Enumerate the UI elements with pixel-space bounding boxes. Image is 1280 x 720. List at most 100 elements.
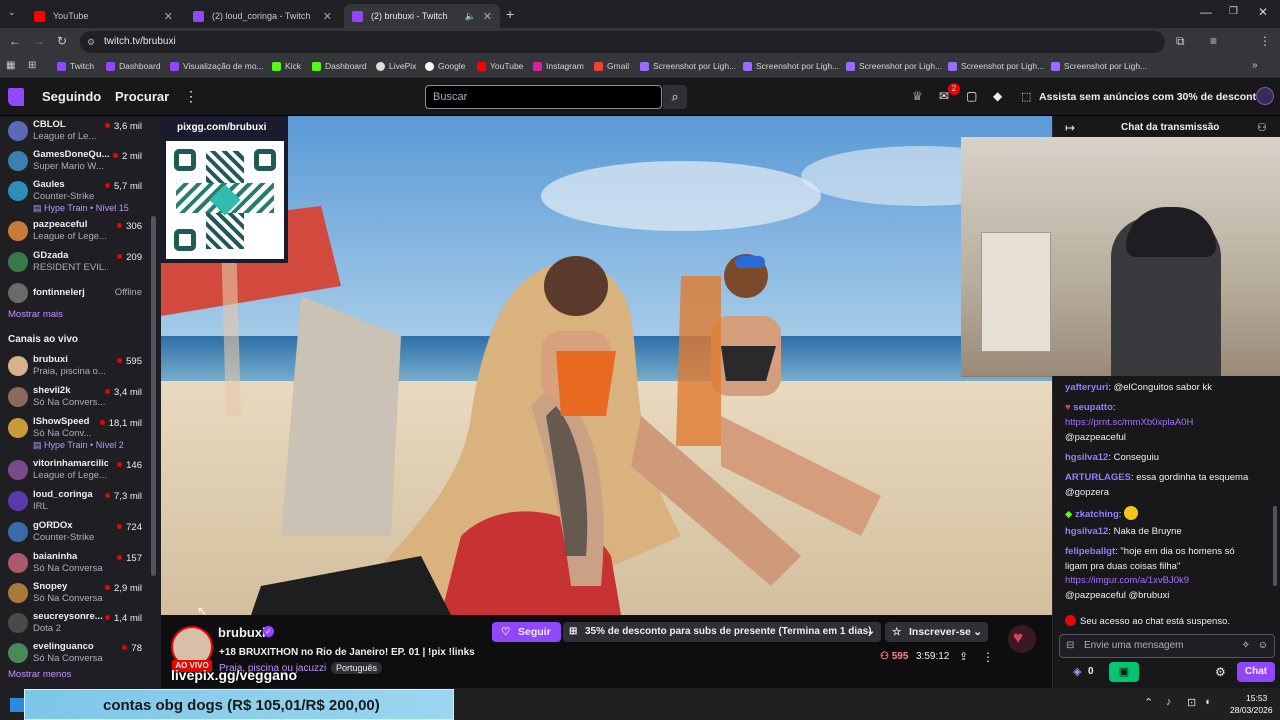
tab-youtube[interactable]: YouTube ✕ [26, 4, 181, 28]
user-avatar[interactable] [1256, 87, 1274, 105]
tab-brubuxi[interactable]: (2) brubuxi - Twitch 🔈 ✕ [344, 4, 500, 28]
chat-username[interactable]: felipeballgt [1065, 546, 1115, 557]
sidebar-channel[interactable]: evelinguanco Só Na Conversa 78 [0, 638, 150, 668]
bookmark-gmail[interactable]: Gmail [594, 61, 629, 71]
sidebar-channel[interactable]: fontinnelerj Offline [0, 278, 150, 308]
search-icon[interactable]: ⌕ [663, 85, 687, 109]
close-icon[interactable]: ✕ [164, 10, 173, 23]
speaker-icon[interactable]: 🔈 [465, 11, 476, 22]
grid-icon[interactable]: ⊞ [28, 61, 36, 71]
windows-start-icon[interactable] [10, 698, 24, 712]
bookmark-screenshot-1[interactable]: Screenshot por Ligh... [640, 61, 736, 71]
channel-points-icon[interactable]: ◈ [1073, 665, 1081, 678]
show-more-link[interactable]: Mostrar mais [8, 309, 63, 320]
bookmark-screenshot-4[interactable]: Screenshot por Ligh... [948, 61, 1044, 71]
bookmark-visualizacao[interactable]: Visualização de mo... [170, 61, 264, 71]
bookmark-screenshot-2[interactable]: Screenshot por Ligh... [743, 61, 839, 71]
url-input[interactable]: ⚙ twitch.tv/brubuxi [80, 31, 1165, 53]
bits-icon[interactable]: ✧ [1242, 635, 1250, 657]
nav-following[interactable]: Seguindo [42, 89, 101, 104]
turbo-offer-link[interactable]: Assista sem anúncios com 30% de desconto [1039, 91, 1263, 103]
close-icon[interactable]: ✕ [323, 10, 332, 23]
sidebar-channel[interactable]: gORDOx Counter-Strike 724 [0, 517, 150, 547]
new-tab-icon[interactable]: + [506, 7, 514, 21]
bookmark-twitch[interactable]: Twitch [57, 61, 94, 71]
subscribe-button[interactable]: ☆ Inscrever-se ⌄ [885, 622, 988, 642]
bookmark-screenshot-3[interactable]: Screenshot por Ligh... [846, 61, 942, 71]
menu-icon[interactable]: ⋮ [1259, 35, 1271, 47]
crown-icon[interactable]: ♕ [912, 89, 923, 103]
more-options-icon[interactable]: ⋮ [982, 650, 994, 664]
gift-sub-offer-button[interactable]: ⊞ 35% de desconto para subs de presente … [563, 622, 881, 642]
reload-icon[interactable]: ↻ [57, 35, 67, 47]
sidebar-channel[interactable]: vitorinhamarcilio League of Lege... 146 [0, 455, 150, 485]
close-icon[interactable]: ✕ [483, 10, 492, 23]
microphone-icon[interactable]: ♪ [1166, 696, 1172, 708]
sidebar-channel[interactable]: Snopey Só Na Conversa 2,9 mil [0, 578, 150, 608]
more-menu-icon[interactable]: ⋮ [184, 88, 198, 105]
emote-picker-icon[interactable]: ⊟ [1066, 635, 1074, 657]
chat-username[interactable]: yafteryuri [1065, 382, 1108, 393]
show-less-link[interactable]: Mostrar menos [8, 669, 71, 680]
sidebar-channel[interactable]: CBLOL League of Le... 3,6 mil [0, 116, 150, 146]
sidebar-channel[interactable]: pazpeaceful League of Lege... 306 [0, 216, 150, 246]
bookmark-instagram[interactable]: Instagram [533, 61, 584, 71]
sidebar-channel[interactable]: GamesDoneQu... Super Mario W... 2 mil [0, 146, 150, 176]
hype-heart-button[interactable]: ♥ [1008, 625, 1036, 653]
bits-icon[interactable]: ◆ [993, 89, 1002, 103]
collapse-chat-icon[interactable]: ↦ [1065, 121, 1075, 135]
nav-browse[interactable]: Procurar [115, 89, 169, 104]
whispers-icon[interactable]: ▢ [966, 89, 977, 103]
bookmark-livepix[interactable]: LivePix [376, 61, 416, 71]
community-icon[interactable]: ⚇ [1257, 121, 1267, 134]
tray-chevron-icon[interactable]: ⌃ [1144, 696, 1153, 709]
sidebar-channel[interactable]: brubuxi Praia, piscina o... 595 [0, 351, 150, 381]
video-player[interactable]: pixgg.com/brubuxi ↖ [161, 116, 1052, 615]
tab-search-icon[interactable]: ⌄ [8, 8, 16, 17]
chat-link[interactable]: https://prnt.sc/mmXb0xplaA0H [1065, 417, 1193, 428]
chat-input[interactable]: ⊟ Envie uma mensagem ✧ ☺ [1059, 634, 1275, 658]
bookmark-kick[interactable]: Kick [272, 61, 301, 71]
channel-name[interactable]: brubuxi [218, 625, 266, 640]
sidebar-channel[interactable]: IShowSpeed Só Na Conv... 18,1 mil ▤ Hype… [0, 413, 150, 455]
language-tag[interactable]: Português [331, 662, 383, 674]
sidebar-channel[interactable]: loud_coringa IRL 7,3 mil [0, 486, 150, 516]
chat-send-button[interactable]: Chat [1237, 662, 1275, 682]
maximize-icon[interactable]: ❐ [1229, 7, 1238, 17]
media-icon[interactable]: ≡ [1210, 35, 1217, 47]
extensions-icon[interactable]: ⧉ [1176, 35, 1185, 47]
share-icon[interactable]: ⇪ [959, 650, 968, 663]
sidebar-channel[interactable]: shevii2k Só Na Convers... 3,4 mil [0, 382, 150, 412]
bookmark-youtube[interactable]: YouTube [477, 61, 523, 71]
more-bookmarks-icon[interactable]: » [1252, 61, 1258, 71]
network-icon[interactable]: ⊡ [1187, 696, 1196, 709]
chat-username[interactable]: hgsilva12 [1065, 452, 1108, 463]
volume-icon[interactable]: ◖ [1204, 696, 1211, 708]
chat-username[interactable]: ARTURLAGES [1065, 472, 1131, 483]
rewards-button[interactable]: ▣ [1109, 662, 1139, 682]
sidebar-channel[interactable]: seucreysonre... Dota 2 1,4 mil [0, 608, 150, 638]
apps-icon[interactable]: ▦ [6, 61, 15, 71]
bookmark-screenshot-5[interactable]: Screenshot por Ligh... [1051, 61, 1147, 71]
clock-date[interactable]: 28/03/2026 [1230, 705, 1273, 715]
tab-loud-coringa[interactable]: (2) loud_coringa - Twitch ✕ [185, 4, 340, 28]
chat-username[interactable]: zkatching [1075, 509, 1119, 520]
chat-username[interactable]: seupatto [1073, 402, 1113, 413]
close-window-icon[interactable]: ✕ [1258, 6, 1268, 18]
sidebar-channel[interactable]: baianinha Só Na Conversa 157 [0, 548, 150, 578]
search-input[interactable]: Buscar [425, 85, 662, 109]
minimize-icon[interactable]: — [1200, 6, 1212, 18]
site-info-icon[interactable]: ⚙ [87, 31, 95, 53]
chat-username[interactable]: hgsilva12 [1065, 526, 1108, 537]
back-icon[interactable]: ← [9, 35, 21, 47]
smiley-icon[interactable]: ☺ [1258, 635, 1268, 657]
follow-button[interactable]: ♡ Seguir [492, 622, 561, 642]
bookmark-kick-dashboard[interactable]: Dashboard [312, 61, 367, 71]
sidebar-channel[interactable]: GDzada RESIDENT EVIL... 209 [0, 247, 150, 277]
forward-icon[interactable]: → [33, 35, 45, 47]
chat-scrollbar[interactable] [1273, 506, 1277, 586]
twitch-logo-icon[interactable] [8, 88, 24, 106]
sidebar-channel[interactable]: Gaules Counter-Strike 5,7 mil ▤ Hype Tra… [0, 176, 150, 218]
bookmark-dashboard[interactable]: Dashboard [106, 61, 161, 71]
chat-link[interactable]: https://imgur.com/a/1xvBJ0k9 [1065, 575, 1189, 586]
